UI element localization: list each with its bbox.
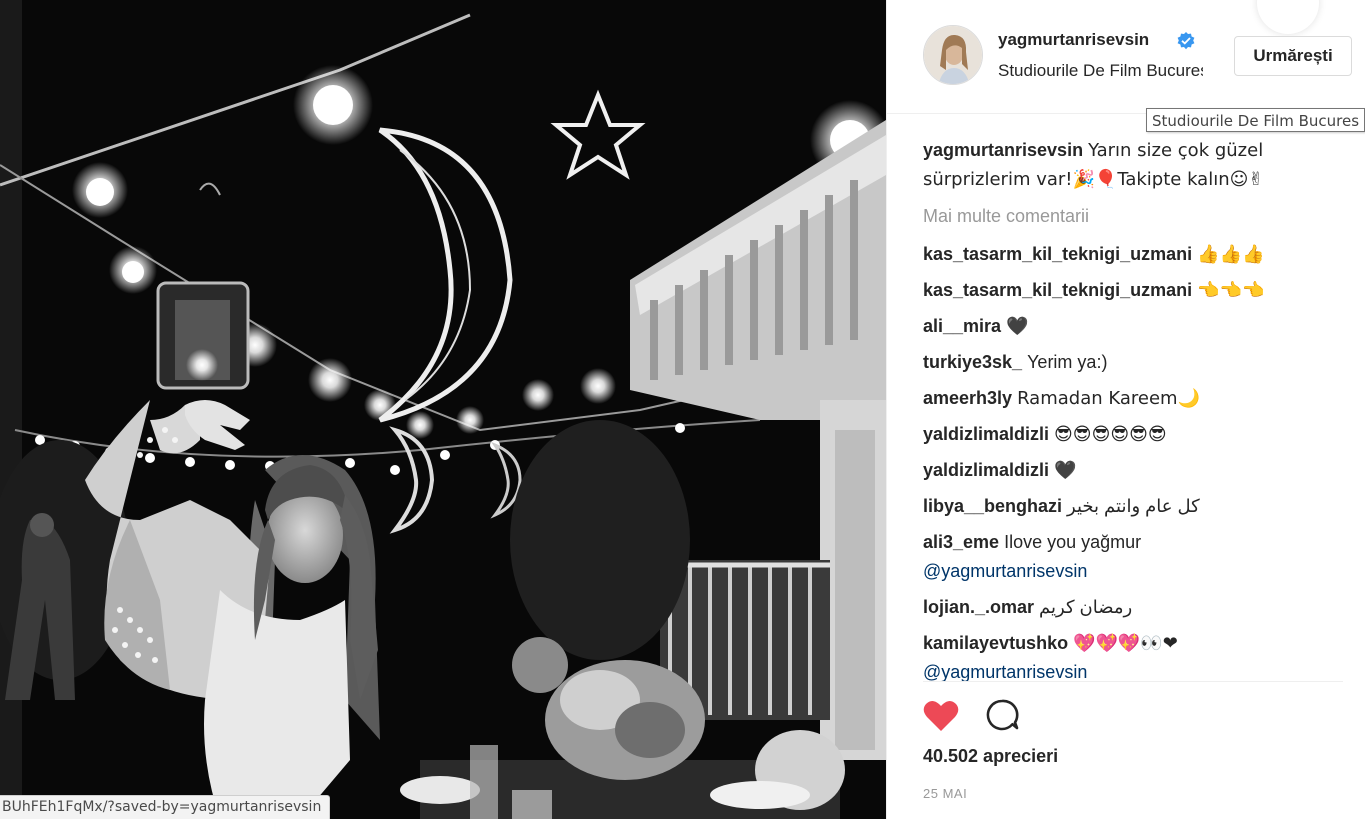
comment-item: yaldizlimaldizli 😎😎😎😎😎😎 — [923, 420, 1343, 449]
following-button[interactable]: Urmărești — [1234, 36, 1352, 76]
post-photo[interactable]: BUhFEh1FqMx/?saved-by=yagmurtanrisevsin — [0, 0, 886, 819]
comment-username[interactable]: lojian._.omar — [923, 597, 1034, 617]
comment-item: kas_tasarm_kil_teknigi_uzmani 👍👍👍 — [923, 240, 1343, 269]
heart-filled-icon[interactable] — [923, 700, 959, 732]
post-author-username[interactable]: yagmurtanrisevsin — [998, 30, 1149, 50]
comment-item: ameerh3ly Ramadan Kareem🌙 — [923, 384, 1343, 413]
post-side-panel: yagmurtanrisevsin Studiourile De Film Bu… — [886, 0, 1365, 819]
comment-text: كل عام وانتم بخير — [1067, 496, 1200, 516]
post-actions-bar — [923, 681, 1343, 741]
comment-text: 👍👍👍 — [1197, 244, 1265, 265]
comment-text: 👈👈👈 — [1197, 280, 1265, 301]
caption-username[interactable]: yagmurtanrisevsin — [923, 140, 1083, 160]
post-date[interactable]: 25 MAI — [923, 786, 967, 801]
comment-text: 💖💖💖👀❤ — [1073, 633, 1178, 654]
comment-username[interactable]: ameerh3ly — [923, 388, 1012, 408]
photo-image — [0, 0, 886, 819]
comment-mention-link[interactable]: @yagmurtanrisevsin — [923, 557, 1343, 586]
comment-text: Ramadan Kareem🌙 — [1017, 388, 1200, 409]
comment-text: رمضان كريم — [1039, 597, 1133, 617]
comment-item: lojian._.omar رمضان كريم — [923, 593, 1343, 622]
comment-text: 🖤 — [1054, 460, 1077, 481]
load-more-comments-link[interactable]: Mai multe comentarii — [923, 202, 1343, 231]
verified-badge-icon — [1177, 32, 1195, 50]
post-caption: yagmurtanrisevsin Yarın size çok güzel sü… — [923, 136, 1343, 194]
avatar[interactable] — [923, 25, 983, 85]
comment-username[interactable]: yaldizlimaldizli — [923, 424, 1049, 444]
comment-username[interactable]: kas_tasarm_kil_teknigi_uzmani — [923, 244, 1192, 264]
comment-username[interactable]: libya__benghazi — [923, 496, 1062, 516]
comment-text: Yerim ya:) — [1027, 352, 1108, 372]
comment-text: 🖤 — [1006, 316, 1029, 337]
comments-list: yagmurtanrisevsin Yarın size çok güzel sü… — [923, 136, 1343, 694]
comment-username[interactable]: turkiye3sk_ — [923, 352, 1022, 372]
location-tooltip: Studiourile De Film Bucures — [1146, 108, 1365, 132]
comment-item: ali__mira 🖤 — [923, 312, 1343, 341]
comment-item: ali3_eme Ilove you yağmur @yagmurtanrisev… — [923, 528, 1343, 586]
comment-username[interactable]: kas_tasarm_kil_teknigi_uzmani — [923, 280, 1192, 300]
avatar-image — [924, 26, 982, 84]
comment-text: Ilove you yağmur — [1004, 532, 1142, 552]
comment-item: kamilayevtushko 💖💖💖👀❤ @yagmurtanrisevsin — [923, 629, 1343, 687]
comment-username[interactable]: yaldizlimaldizli — [923, 460, 1049, 480]
comment-username[interactable]: ali__mira — [923, 316, 1001, 336]
comment-username[interactable]: kamilayevtushko — [923, 633, 1068, 653]
comment-item: yaldizlimaldizli 🖤 — [923, 456, 1343, 485]
likes-count[interactable]: 40.502 aprecieri — [923, 746, 1058, 767]
browser-status-url: BUhFEh1FqMx/?saved-by=yagmurtanrisevsin — [0, 795, 331, 819]
comment-item: turkiye3sk_ Yerim ya:) — [923, 348, 1343, 377]
post-header: yagmurtanrisevsin Studiourile De Film Bu… — [887, 0, 1365, 114]
comment-username[interactable]: ali3_eme — [923, 532, 999, 552]
speech-bubble-icon[interactable] — [985, 698, 1019, 732]
comment-text: 😎😎😎😎😎😎 — [1054, 424, 1167, 445]
comment-item: kas_tasarm_kil_teknigi_uzmani 👈👈👈 — [923, 276, 1343, 305]
comment-item: libya__benghazi كل عام وانتم بخير — [923, 492, 1343, 521]
post-location-link[interactable]: Studiourile De Film Bucuresti — [998, 61, 1203, 81]
